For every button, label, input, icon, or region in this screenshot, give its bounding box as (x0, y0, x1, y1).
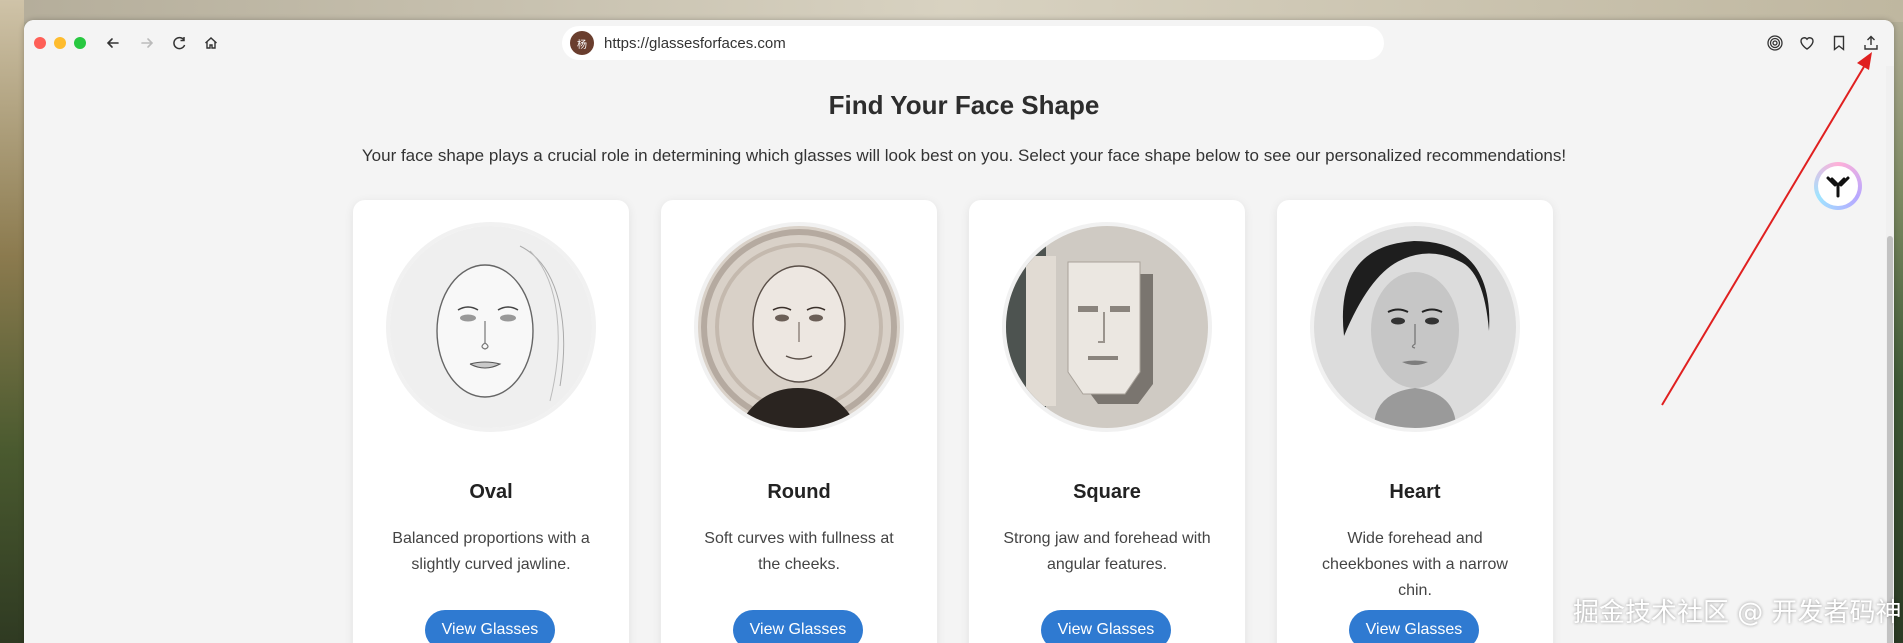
desktop-wallpaper-left (0, 0, 24, 643)
view-glasses-square-button[interactable]: View Glasses (1041, 610, 1171, 643)
card-square: Square Strong jaw and forehead with angu… (969, 200, 1245, 643)
view-glasses-oval-button[interactable]: View Glasses (425, 610, 555, 643)
target-icon (1767, 35, 1783, 51)
extension-logo-button[interactable] (1814, 162, 1862, 210)
heart-icon (1800, 37, 1814, 50)
scrollbar-thumb[interactable] (1887, 236, 1893, 643)
address-bar[interactable]: 杨 https://glassesforfaces.com (562, 26, 1384, 60)
square-face-image (1002, 222, 1212, 432)
card-description: Balanced proportions with a slightly cur… (392, 530, 590, 573)
web-page: Find Your Face Shape Your face shape pla… (24, 66, 1886, 643)
desktop-wallpaper-top (0, 0, 1903, 22)
bookmark-button[interactable] (1826, 30, 1852, 56)
site-avatar: 杨 (570, 31, 594, 55)
watermark-text: 掘金技术社区 @ 开发者码神 (1573, 598, 1902, 628)
oval-face-image (386, 222, 596, 432)
browser-toolbar: 杨 https://glassesforfaces.com (24, 20, 1894, 66)
share-button[interactable] (1858, 30, 1884, 56)
page-title: Find Your Face Shape (828, 90, 1100, 120)
home-button[interactable] (198, 30, 224, 56)
back-button[interactable] (100, 30, 126, 56)
card-oval: Oval Balanced proportions with a slightl… (353, 200, 629, 643)
card-title: Oval (469, 481, 513, 503)
heart-face-image (1310, 222, 1520, 432)
arrow-right-icon (141, 38, 154, 48)
page-scrollbar[interactable] (1886, 66, 1894, 643)
card-round: Round Soft curves with fullness at the c… (661, 200, 937, 643)
card-description: Strong jaw and forehead with angular fea… (1003, 530, 1211, 573)
arrow-left-icon (106, 38, 119, 48)
url-text[interactable]: https://glassesforfaces.com (604, 35, 786, 52)
card-title: Heart (1389, 481, 1441, 503)
card-title: Square (1073, 481, 1141, 503)
view-glasses-round-button[interactable]: View Glasses (733, 610, 863, 643)
share-icon (1864, 35, 1878, 50)
reload-button[interactable] (166, 30, 192, 56)
minimize-window-button[interactable] (54, 37, 66, 49)
card-heart: Heart Wide forehead and cheekbones with … (1277, 200, 1553, 643)
browser-window: 杨 https://glassesforfaces.com Find Your … (24, 20, 1894, 643)
tracking-button[interactable] (1762, 30, 1788, 56)
card-description: Wide forehead and cheekbones with a narr… (1322, 530, 1508, 599)
close-window-button[interactable] (34, 37, 46, 49)
window-controls (34, 37, 86, 49)
view-glasses-heart-button[interactable]: View Glasses (1349, 610, 1479, 643)
forward-button[interactable] (134, 30, 160, 56)
bookmark-icon (1833, 35, 1845, 51)
maximize-window-button[interactable] (74, 37, 86, 49)
reload-icon (173, 36, 186, 50)
face-shape-cards: Oval Balanced proportions with a slightl… (353, 200, 1553, 643)
round-face-image (694, 222, 904, 432)
card-description: Soft curves with fullness at the cheeks. (704, 530, 894, 573)
extension-logo-icon (1826, 176, 1850, 198)
card-title: Round (767, 481, 831, 503)
page-intro: Your face shape plays a crucial role in … (361, 146, 1567, 165)
browser-tools (1762, 30, 1884, 56)
favorite-button[interactable] (1794, 30, 1820, 56)
home-icon (205, 37, 217, 49)
